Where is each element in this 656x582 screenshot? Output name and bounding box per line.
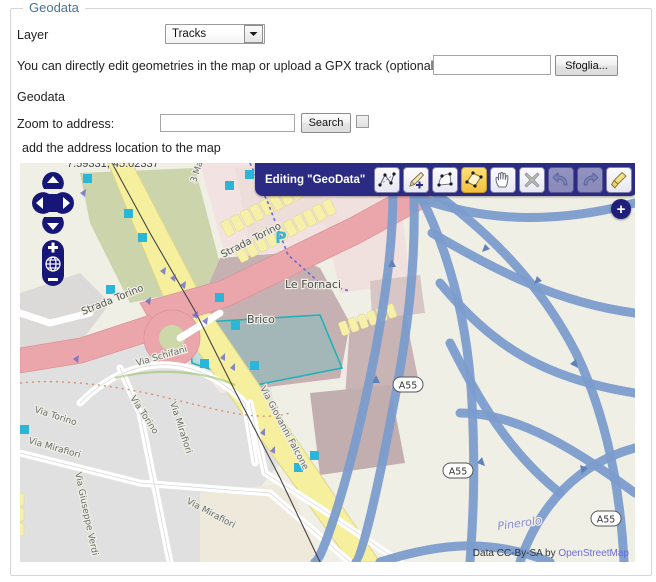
address-search-button[interactable]: Search bbox=[301, 113, 351, 133]
attribution-text: Data CC-By-SA by bbox=[472, 548, 559, 559]
map-attribution: Data CC-By-SA by OpenStreetMap bbox=[473, 548, 629, 559]
openstreetmap-link[interactable]: OpenStreetMap bbox=[558, 548, 629, 559]
clear-all-tool[interactable] bbox=[606, 166, 633, 193]
gpx-upload-label: You can directly edit geometries in the … bbox=[17, 59, 438, 73]
highway-shield: A55 bbox=[590, 510, 622, 527]
highway-shield: A55 bbox=[392, 376, 424, 393]
zoom-to-address-row: Zoom to address: Search bbox=[17, 113, 617, 136]
map-label: Brico bbox=[247, 313, 275, 326]
zoom-out-icon bbox=[48, 278, 58, 281]
layer-label: Layer bbox=[17, 28, 49, 42]
draw-polygon-tool[interactable] bbox=[461, 166, 488, 193]
layer-row: Layer Tracks bbox=[17, 24, 617, 48]
redo-tool[interactable] bbox=[577, 166, 604, 193]
select-feature-tool[interactable] bbox=[374, 166, 401, 193]
svg-text:A55: A55 bbox=[399, 381, 418, 392]
gpx-upload-row: You can directly edit geometries in the … bbox=[17, 55, 627, 79]
delete-feature-tool[interactable] bbox=[519, 166, 546, 193]
svg-text:A55: A55 bbox=[597, 515, 616, 526]
layer-switcher-button[interactable]: + bbox=[611, 199, 631, 219]
svg-text:A55: A55 bbox=[449, 467, 468, 478]
mouse-coordinates: 7.59331, 45.02337 bbox=[67, 163, 159, 170]
editing-toolbar: Editing "GeoData" bbox=[255, 163, 635, 196]
map-navigation-control[interactable] bbox=[30, 170, 76, 288]
map-viewport[interactable]: .street { font-size:9px; fill:#6b6b6b; f… bbox=[20, 163, 635, 562]
editing-toolbar-title: Editing "GeoData" bbox=[265, 173, 366, 186]
gpx-file-input[interactable] bbox=[433, 55, 551, 75]
address-search-input[interactable] bbox=[160, 114, 295, 132]
add-location-checkbox[interactable] bbox=[356, 115, 369, 128]
layer-select[interactable]: Tracks bbox=[165, 24, 265, 44]
fieldset-legend: Geodata bbox=[23, 0, 85, 15]
map-tiles[interactable]: .street { font-size:9px; fill:#6b6b6b; f… bbox=[20, 163, 635, 562]
gpx-browse-button[interactable]: Sfoglia... bbox=[555, 55, 618, 76]
zoom-to-address-label: Zoom to address: bbox=[17, 117, 115, 131]
map-label: Le Fornaci bbox=[285, 278, 341, 291]
geodata-sublabel: Geodata bbox=[17, 90, 65, 104]
pan-tool[interactable] bbox=[490, 166, 517, 193]
undo-tool[interactable] bbox=[548, 166, 575, 193]
add-location-note: add the address location to the map bbox=[22, 141, 221, 155]
draw-line-tool[interactable] bbox=[432, 166, 459, 193]
geodata-form-page: Geodata Layer Tracks You can directly ed… bbox=[0, 0, 656, 582]
layer-select-value: Tracks bbox=[172, 28, 207, 40]
highway-shield: A55 bbox=[442, 462, 474, 479]
draw-point-tool[interactable] bbox=[403, 166, 430, 193]
chevron-down-icon[interactable] bbox=[244, 25, 263, 43]
